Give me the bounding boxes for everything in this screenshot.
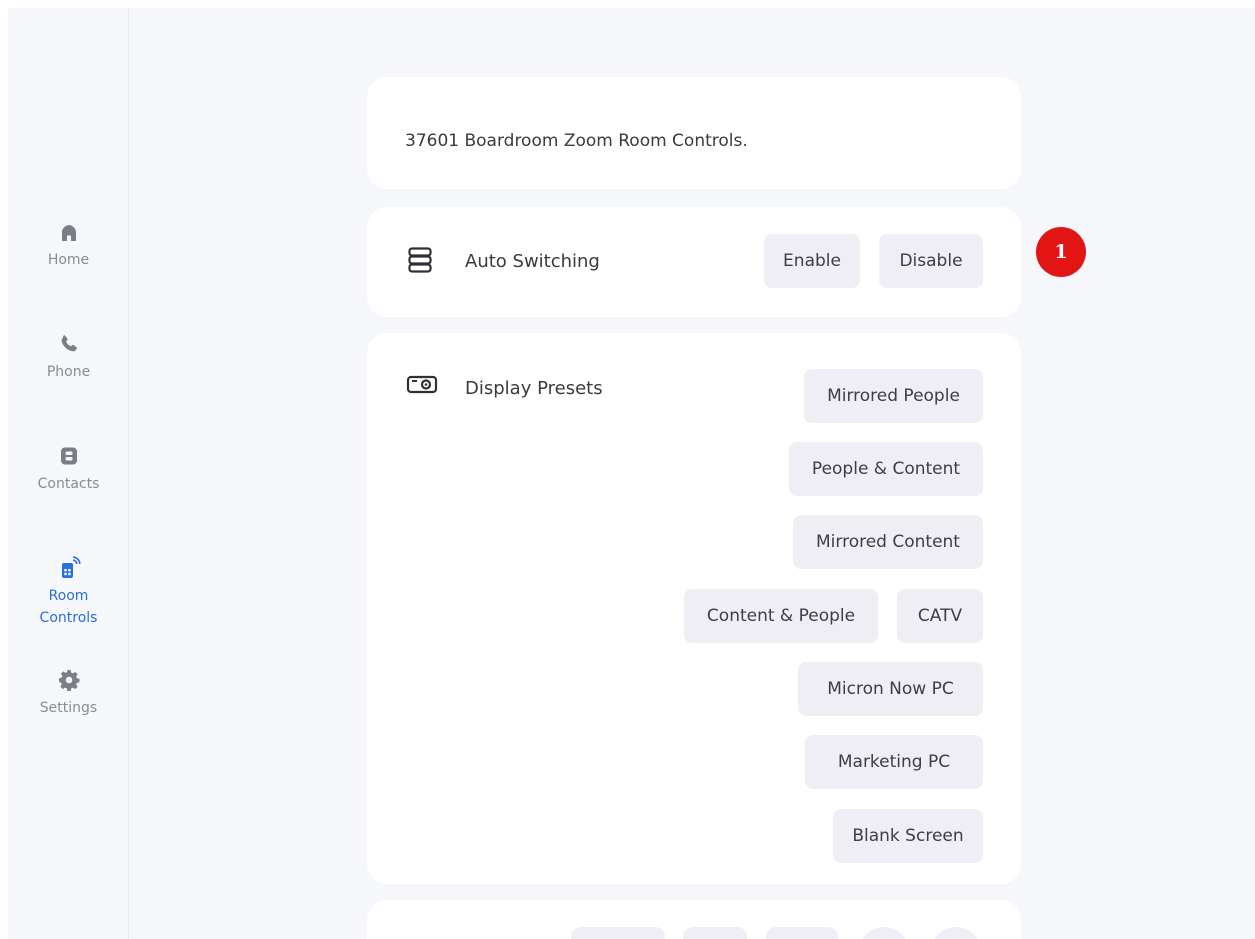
- disable-button[interactable]: Disable: [879, 234, 983, 288]
- room-controls-icon: [61, 556, 81, 578]
- next-controls-card: [367, 900, 1021, 939]
- auto-switching-label: Auto Switching: [465, 251, 600, 272]
- server-stack-icon: [408, 247, 432, 273]
- projector-icon: [406, 375, 438, 394]
- preset-mirrored-people-button[interactable]: Mirrored People: [804, 369, 983, 423]
- preset-content-people-button[interactable]: Content & People: [684, 589, 878, 643]
- preset-micron-now-pc-button[interactable]: Micron Now PC: [798, 662, 983, 716]
- partial-button[interactable]: [766, 927, 838, 939]
- partial-button[interactable]: [683, 927, 747, 939]
- contacts-icon: [60, 447, 77, 465]
- display-presets-label: Display Presets: [465, 378, 603, 399]
- partial-button[interactable]: [571, 927, 665, 939]
- preset-mirrored-content-button[interactable]: Mirrored Content: [793, 515, 983, 569]
- gear-icon: [58, 670, 79, 691]
- preset-blank-screen-button[interactable]: Blank Screen: [833, 809, 983, 863]
- page-title: 37601 Boardroom Zoom Room Controls.: [405, 131, 748, 151]
- sidebar-item-contacts[interactable]: Contacts: [8, 444, 129, 495]
- partial-round-button[interactable]: [861, 927, 907, 939]
- sidebar-item-room-controls[interactable]: Room Controls: [8, 556, 129, 629]
- sidebar-item-phone[interactable]: Phone: [8, 332, 129, 383]
- sidebar-item-label: Phone: [46, 364, 91, 380]
- sidebar-item-label: Contacts: [37, 476, 100, 492]
- sidebar-item-label: Home: [47, 252, 90, 268]
- partial-round-button[interactable]: [933, 927, 979, 939]
- phone-icon: [60, 335, 77, 352]
- sidebar-item-settings[interactable]: Settings: [8, 668, 129, 719]
- sidebar-item-home[interactable]: Home: [8, 220, 129, 271]
- sidebar: Home Phone Contacts Room Controls Settin…: [8, 8, 129, 939]
- room-header-card: 37601 Boardroom Zoom Room Controls.: [367, 77, 1021, 189]
- display-presets-card: Display Presets Mirrored People People &…: [367, 333, 1021, 884]
- enable-button[interactable]: Enable: [764, 234, 860, 288]
- preset-people-content-button[interactable]: People & Content: [789, 442, 983, 496]
- auto-switching-card: Auto Switching Enable Disable: [367, 207, 1021, 317]
- sidebar-item-label: Room Controls: [39, 588, 98, 626]
- preset-catv-button[interactable]: CATV: [897, 589, 983, 643]
- app-frame: Home Phone Contacts Room Controls Settin…: [8, 8, 1255, 939]
- sidebar-item-label: Settings: [39, 700, 98, 716]
- step-number-badge: 1: [1036, 227, 1086, 277]
- home-icon: [61, 225, 76, 241]
- preset-marketing-pc-button[interactable]: Marketing PC: [805, 735, 983, 789]
